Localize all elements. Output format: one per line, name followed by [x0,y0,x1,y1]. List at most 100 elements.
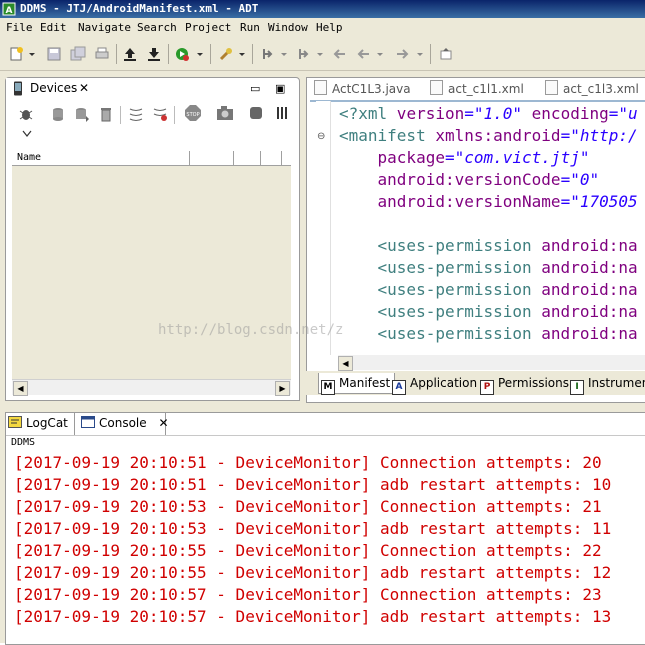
console-line: [2017-09-19 20:10:53 - DeviceMonitor] ad… [14,519,612,538]
chevron-down-icon[interactable] [238,46,246,62]
pin-icon[interactable] [438,46,454,62]
tab-devices[interactable]: Devices ✕ [6,78,96,99]
devices-horizontal-scrollbar[interactable]: ◀ ▶ [12,379,291,396]
chevron-down-icon[interactable] [416,46,424,62]
close-icon[interactable]: ✕ [79,78,89,99]
tab-logcat[interactable]: LogCat [8,413,68,434]
tab-application[interactable]: A Application [392,373,478,395]
update-threads-icon[interactable] [128,106,144,122]
menu-project[interactable]: Project [185,18,231,38]
code-line-3[interactable]: package="com.vict.jtj" [339,147,590,169]
minimize-icon[interactable]: ▭ [250,82,260,95]
download-icon[interactable] [146,46,162,62]
code-line-4[interactable]: android:versionCode="0" [339,169,600,191]
search-icon[interactable] [218,46,234,62]
upload-icon[interactable] [122,46,138,62]
console-line: [2017-09-19 20:10:57 - DeviceMonitor] Co… [14,585,602,604]
method-profiling-icon[interactable] [152,106,168,122]
screenshot-icon[interactable] [216,105,234,121]
column-name[interactable]: Name [12,151,190,165]
menu-navigate[interactable]: Navigate [78,18,131,38]
new-icon[interactable] [8,46,24,62]
save-all-icon[interactable] [70,46,86,62]
watermark: http://blog.csdn.net/z [158,322,344,338]
devices-list[interactable] [12,166,291,379]
svg-text:STOP: STOP [186,112,199,118]
code-line-2[interactable]: <manifest xmlns:android="http:/ [339,125,638,147]
chevron-down-icon[interactable] [376,46,384,62]
tab-actc1l3-java[interactable]: ActC1L3.java [314,79,411,99]
menu-window[interactable]: Window [268,18,308,38]
tab-permissions[interactable]: P Permissions [480,373,569,395]
update-heap-icon[interactable] [50,106,66,122]
code-line-11[interactable]: <uses-permission android:na [339,323,638,345]
logcat-icon [8,416,22,428]
console-tab-label: Console [99,416,147,430]
chevron-down-icon[interactable] [28,46,36,62]
logcat-tab-label: LogCat [26,416,68,430]
next-annotation-icon[interactable] [260,46,276,62]
run-icon[interactable] [174,46,190,62]
systrace-icon[interactable] [248,105,264,121]
prev-annotation-icon[interactable] [296,46,312,62]
tab-console[interactable]: Console ✕ [74,412,169,435]
scroll-left-icon[interactable]: ◀ [13,381,28,396]
debug-icon[interactable] [18,106,34,122]
menu-help[interactable]: Help [316,18,343,38]
menu-edit[interactable]: Edit [40,18,67,38]
code-line-10[interactable]: <uses-permission android:na [339,301,638,323]
column-header[interactable] [261,151,282,165]
column-header[interactable] [234,151,261,165]
scroll-right-icon[interactable]: ▶ [275,381,290,396]
java-file-icon [314,80,327,95]
dump-hprof-icon[interactable] [74,106,90,122]
window-title: DDMS - JTJ/AndroidManifest.xml - ADT [20,2,259,15]
editor-horizontal-scrollbar[interactable]: ◀ [338,355,645,371]
tab-label: Manifest [339,376,391,390]
chevron-down-icon[interactable] [196,46,204,62]
code-line-5[interactable]: android:versionName="170505 [339,191,638,213]
view-menu-icon[interactable] [276,105,288,121]
tab-act-c1l1-xml[interactable]: act_c1l1.xml [430,79,524,99]
last-edit-icon[interactable] [332,46,348,62]
code-line-1[interactable]: <?xml version="1.0" encoding="u [339,103,638,125]
tab-manifest[interactable]: M Manifest [318,373,396,395]
tab-label: Instrument [588,376,645,390]
console-icon [81,416,95,428]
chevron-down-icon[interactable] [280,46,288,62]
tab-act-c1l3-xml[interactable]: act_c1l3.xml [545,79,639,99]
print-icon[interactable] [94,46,110,62]
fold-icon[interactable]: ⊖ [317,131,325,142]
devices-toolbar: STOP [6,100,297,150]
chevron-down-icon[interactable] [316,46,324,62]
chevron-down-icon[interactable] [22,130,32,138]
maximize-icon[interactable]: ▣ [275,82,285,95]
forward-icon[interactable] [394,46,410,62]
menu-file[interactable]: File [6,18,33,38]
devices-table-header: Name [12,151,291,166]
save-icon[interactable] [46,46,62,62]
permissions-icon: P [480,380,494,395]
editor-tab-label: act_c1l1.xml [448,82,524,96]
phone-icon [14,81,22,96]
console-line: [2017-09-19 20:10:51 - DeviceMonitor] Co… [14,453,602,472]
column-header[interactable] [191,151,234,165]
tab-instrumentation[interactable]: I Instrument [570,373,645,395]
menu-search[interactable]: Search [137,18,177,38]
code-line-9[interactable]: <uses-permission android:na [339,279,638,301]
xml-file-icon [430,80,443,95]
code-line-7[interactable]: <uses-permission android:na [339,235,638,257]
column-header[interactable] [282,151,291,165]
cause-gc-icon[interactable] [98,106,114,122]
code-line-8[interactable]: <uses-permission android:na [339,257,638,279]
stop-icon[interactable]: STOP [184,104,202,122]
menu-bar: File Edit Navigate Search Project Run Wi… [0,18,645,38]
console-line: [2017-09-19 20:10:55 - DeviceMonitor] Co… [14,541,602,560]
tab-label: Application [410,376,478,390]
menu-run[interactable]: Run [240,18,260,38]
console-line: [2017-09-19 20:10:57 - DeviceMonitor] ad… [14,607,612,626]
scroll-left-icon[interactable]: ◀ [338,356,353,371]
close-icon[interactable]: ✕ [158,416,168,430]
svg-text:A: A [6,6,13,16]
back-icon[interactable] [356,46,372,62]
